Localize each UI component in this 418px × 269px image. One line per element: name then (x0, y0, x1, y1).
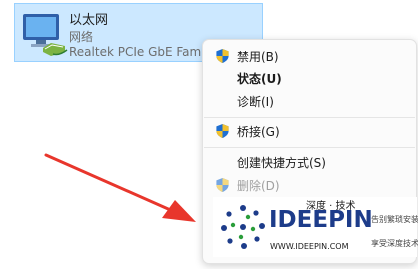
menu-item-create-shortcut[interactable]: 创建快捷方式(S) (203, 151, 416, 173)
menu-item-label: 删除(D) (237, 179, 280, 193)
menu-item-label: 创建快捷方式(S) (237, 156, 326, 170)
uac-shield-icon (216, 123, 229, 139)
menu-item-label: 桥接(G) (237, 125, 280, 139)
menu-item-diagnose[interactable]: 诊断(I) (203, 90, 416, 112)
menu-item-label: 状态(U) (237, 72, 282, 86)
ideepin-logo-icon (221, 205, 265, 249)
watermark: 深度 · 技术 IDEEPIN WWW.IDEEPIN.COM 告别繁琐安装 享… (213, 197, 418, 257)
menu-item-label: 诊断(I) (237, 95, 274, 109)
watermark-slogan-1: 告别繁琐安装 (371, 215, 418, 224)
menu-item-bridge[interactable]: 桥接(G) (203, 120, 416, 142)
uac-shield-icon (216, 177, 229, 193)
watermark-slogan-2: 享受深度技术 (371, 239, 418, 248)
watermark-brand: IDEEPIN (269, 207, 373, 233)
menu-item-delete: 删除(D) (203, 174, 416, 196)
watermark-url: WWW.IDEEPIN.COM (270, 242, 349, 251)
menu-item-label: 禁用(B) (237, 50, 279, 64)
uac-shield-icon (216, 48, 229, 64)
menu-separator (204, 147, 415, 148)
menu-item-status[interactable]: 状态(U) (203, 67, 416, 89)
menu-separator (204, 117, 415, 118)
menu-item-disable[interactable]: 禁用(B) (203, 45, 416, 67)
